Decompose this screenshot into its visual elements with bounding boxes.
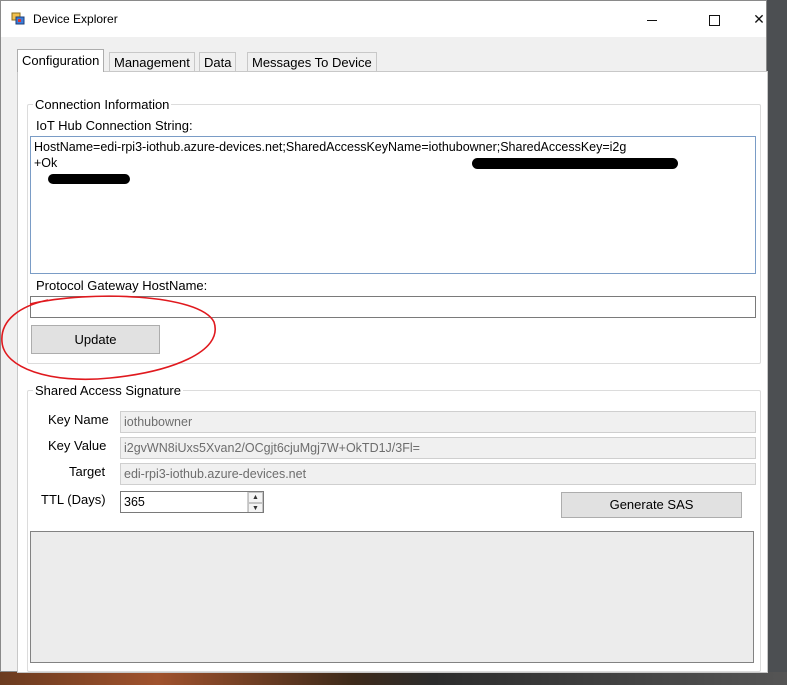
generate-sas-button[interactable]: Generate SAS <box>561 492 742 518</box>
spin-up-icon[interactable]: ▲ <box>248 492 263 503</box>
conn-string-text: HostName=edi-rpi3-iothub.azure-devices.n… <box>34 140 627 154</box>
app-icon <box>11 12 25 25</box>
gateway-hostname-input[interactable] <box>30 296 756 318</box>
minimize-button[interactable] <box>629 1 675 37</box>
key-value-label: Key Value <box>48 438 107 453</box>
redaction-mark <box>472 158 678 169</box>
tab-messages-to-device[interactable]: Messages To Device <box>247 52 377 72</box>
key-value-input[interactable]: i2gvWN8iUxs5Xvan2/OCgjt6cjuMgj7W+OkTD1J/… <box>120 437 756 459</box>
sas-output-box[interactable] <box>30 531 754 663</box>
gateway-label: Protocol Gateway HostName: <box>36 278 208 293</box>
window-title: Device Explorer <box>33 12 118 26</box>
conn-string-textarea[interactable]: HostName=edi-rpi3-iothub.azure-devices.n… <box>30 136 756 274</box>
maximize-icon <box>708 14 720 26</box>
update-button[interactable]: Update <box>31 325 160 354</box>
ttl-label: TTL (Days) <box>41 492 106 507</box>
sas-title: Shared Access Signature <box>33 383 183 398</box>
tab-configuration[interactable]: Configuration <box>17 49 105 72</box>
close-button[interactable]: ✕ <box>736 1 782 37</box>
ttl-value: 365 <box>124 495 145 509</box>
redaction-mark <box>48 174 130 184</box>
target-input[interactable]: edi-rpi3-iothub.azure-devices.net <box>120 463 756 485</box>
connection-info-title: Connection Information <box>33 97 172 112</box>
device-explorer-window: Device Explorer ✕ Configuration Manageme… <box>0 0 768 673</box>
taskbar-strip <box>0 672 787 685</box>
title-bar[interactable]: Device Explorer ✕ <box>1 1 766 37</box>
close-icon: ✕ <box>753 11 765 27</box>
spin-down-icon[interactable]: ▼ <box>248 503 263 512</box>
desktop-background <box>767 0 787 685</box>
key-name-input[interactable]: iothubowner <box>120 411 756 433</box>
tab-management[interactable]: Management <box>109 52 195 72</box>
conn-string-label: IoT Hub Connection String: <box>36 118 193 133</box>
key-name-label: Key Name <box>48 412 109 427</box>
tab-data[interactable]: Data <box>199 52 237 72</box>
maximize-button[interactable] <box>691 1 737 37</box>
target-label: Target <box>69 464 106 479</box>
configuration-panel: Connection Information IoT Hub Connectio… <box>17 71 768 673</box>
ttl-spinner[interactable]: ▲ ▼ <box>247 492 263 512</box>
minimize-icon <box>647 19 657 21</box>
ttl-stepper[interactable]: 365 ▲ ▼ <box>120 491 264 513</box>
conn-string-text-line2: +Ok <box>34 156 58 170</box>
